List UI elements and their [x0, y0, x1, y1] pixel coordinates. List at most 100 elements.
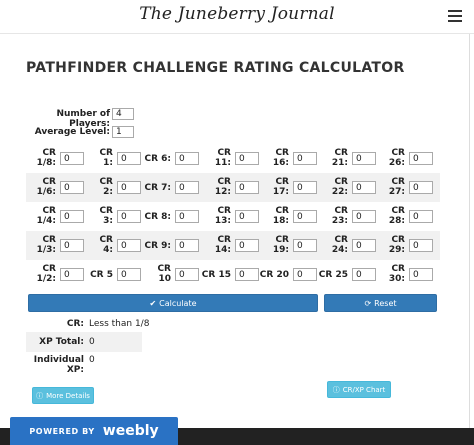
- cr-count-input[interactable]: [409, 152, 433, 165]
- cr-cell: CR 1/3:: [26, 231, 84, 260]
- cr-label-line: CR: [99, 177, 113, 187]
- cr-count-input[interactable]: [175, 268, 199, 281]
- cr-cell: CR 5: [83, 260, 141, 289]
- cr-count-input[interactable]: [409, 239, 433, 252]
- cr-count-input[interactable]: [175, 210, 199, 223]
- cr-label: CR 28:: [375, 206, 405, 226]
- cr-cell: CR 9:: [141, 231, 199, 260]
- cr-label: CR 30:: [375, 264, 405, 284]
- cr-label: CR 13:: [201, 206, 231, 226]
- cr-label-line: CR: [217, 148, 231, 158]
- cr-count-input[interactable]: [293, 268, 317, 281]
- cr-count-input[interactable]: [293, 239, 317, 252]
- cr-row: CR1/4:CR3:CR 8:CR13:CR18:CR23:CR28:: [26, 202, 440, 231]
- menu-icon[interactable]: [448, 10, 462, 22]
- cr-label: CR 24:: [318, 235, 348, 255]
- reset-label: Reset: [374, 298, 397, 308]
- cr-count-input[interactable]: [352, 268, 376, 281]
- cr-label: CR 11:: [201, 148, 231, 168]
- cr-xp-chart-label: CR/XP Chart: [342, 385, 386, 394]
- reset-button[interactable]: ⟳ Reset: [324, 294, 437, 312]
- cr-count-input[interactable]: [235, 268, 259, 281]
- cr-count-input[interactable]: [409, 181, 433, 194]
- more-details-button[interactable]: ⓘ More Details: [32, 387, 94, 404]
- level-label: Average Level:: [34, 127, 110, 137]
- cr-label-line: 26:: [388, 158, 405, 168]
- cr-cell: CR 27:: [375, 173, 433, 202]
- cr-label-line: CR: [275, 177, 289, 187]
- cr-label: CR 14:: [201, 235, 231, 255]
- cr-count-input[interactable]: [175, 181, 199, 194]
- cr-label-line: CR: [99, 148, 113, 158]
- cr-cell: CR 25: [318, 260, 376, 289]
- cr-label: CR 1/4:: [26, 206, 56, 226]
- cr-label: CR 22:: [318, 177, 348, 197]
- cr-count-input[interactable]: [235, 152, 259, 165]
- cr-count-input[interactable]: [117, 152, 141, 165]
- cr-label-line: 1/8:: [36, 158, 56, 168]
- cr-count-input[interactable]: [117, 181, 141, 194]
- more-details-label: More Details: [46, 391, 90, 400]
- cr-count-input[interactable]: [175, 239, 199, 252]
- cr-cell: CR 12:: [201, 173, 259, 202]
- cr-cell: CR 23:: [318, 202, 376, 231]
- cr-label: CR 18:: [259, 206, 289, 226]
- cr-count-input[interactable]: [60, 181, 84, 194]
- weebly-badge[interactable]: POWERED BY weebly: [10, 417, 178, 445]
- cr-count-input[interactable]: [352, 239, 376, 252]
- cr-label-line: CR 20: [259, 270, 289, 280]
- cr-label-line: 21:: [331, 158, 348, 168]
- cr-cell: CR 8:: [141, 202, 199, 231]
- cr-count-input[interactable]: [293, 152, 317, 165]
- cr-xp-chart-button[interactable]: ⓘ CR/XP Chart: [327, 381, 391, 398]
- cr-label-line: 17:: [272, 187, 289, 197]
- cr-label: CR 1/3:: [26, 235, 56, 255]
- cr-count-input[interactable]: [235, 181, 259, 194]
- cr-count-input[interactable]: [60, 210, 84, 223]
- cr-label-line: 27:: [388, 187, 405, 197]
- cr-count-input[interactable]: [60, 152, 84, 165]
- cr-count-input[interactable]: [60, 268, 84, 281]
- cr-label-line: 1:: [103, 158, 113, 168]
- cr-count-input[interactable]: [117, 268, 141, 281]
- cr-cell: CR 14:: [201, 231, 259, 260]
- xp-total-label: XP Total:: [39, 337, 84, 347]
- cr-count-input[interactable]: [235, 239, 259, 252]
- cr-label-line: CR: [334, 148, 348, 158]
- cr-count-input[interactable]: [409, 210, 433, 223]
- cr-count-input[interactable]: [117, 239, 141, 252]
- cr-result-value: Less than 1/8: [89, 319, 150, 329]
- cr-label-line: 19:: [272, 245, 289, 255]
- cr-label-line: 2:: [103, 187, 113, 197]
- cr-label-line: 22:: [331, 187, 348, 197]
- cr-cell: CR 20: [259, 260, 317, 289]
- cr-count-input[interactable]: [293, 210, 317, 223]
- cr-count-input[interactable]: [235, 210, 259, 223]
- cr-count-input[interactable]: [60, 239, 84, 252]
- cr-label-line: CR: [217, 235, 231, 245]
- cr-cell: CR 18:: [259, 202, 317, 231]
- cr-count-input[interactable]: [352, 152, 376, 165]
- cr-count-input[interactable]: [352, 210, 376, 223]
- cr-label-line: CR: [42, 148, 56, 158]
- cr-label-line: 1/6:: [36, 187, 56, 197]
- cr-count-input[interactable]: [352, 181, 376, 194]
- cr-count-input[interactable]: [175, 152, 199, 165]
- cr-cell: CR 1/8:: [26, 144, 84, 173]
- cr-label-line: 30:: [388, 274, 405, 284]
- cr-label: CR 15: [201, 270, 231, 280]
- cr-count-input[interactable]: [293, 181, 317, 194]
- cr-count-input[interactable]: [117, 210, 141, 223]
- cr-count-input[interactable]: [409, 268, 433, 281]
- cr-label: CR 12:: [201, 177, 231, 197]
- cr-label-line: CR: [275, 148, 289, 158]
- calculate-button[interactable]: ✔ Calculate: [28, 294, 318, 312]
- site-title[interactable]: The Juneberry Journal: [0, 4, 474, 24]
- cr-label: CR 20: [259, 270, 289, 280]
- cr-cell: CR 29:: [375, 231, 433, 260]
- level-input[interactable]: [112, 126, 134, 138]
- players-input[interactable]: [112, 108, 134, 120]
- cr-label-line: CR: [334, 206, 348, 216]
- cr-label: CR 25: [318, 270, 348, 280]
- cr-label-line: CR 25: [318, 270, 348, 280]
